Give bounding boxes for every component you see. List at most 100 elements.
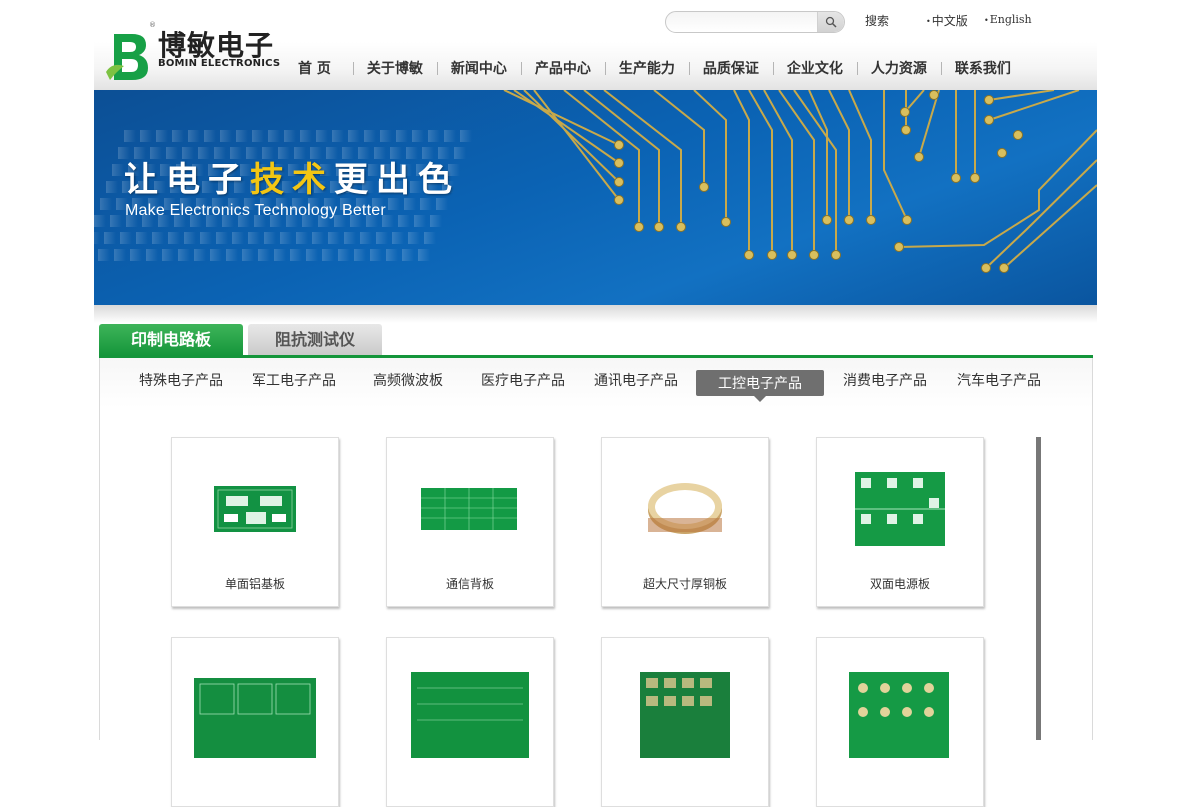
bomin-logo-icon: [106, 34, 148, 80]
search-label-link[interactable]: 搜索: [865, 12, 889, 29]
circuit-trace: [985, 159, 1097, 269]
banner-pixel: [104, 232, 116, 244]
banner-pixel: [100, 198, 112, 210]
product-card[interactable]: [601, 637, 769, 807]
circuit-trace: [693, 90, 727, 222]
product-card[interactable]: 双面电源板: [816, 437, 984, 607]
banner-pixel: [306, 249, 318, 261]
banner-pixel: [376, 232, 388, 244]
product-card[interactable]: [816, 637, 984, 807]
circuit-trace: [733, 90, 750, 255]
banner-pixel: [344, 232, 356, 244]
banner-pixel: [322, 249, 334, 261]
circuit-pad: [866, 215, 876, 225]
subcat-telecom[interactable]: 通讯电子产品: [594, 370, 678, 390]
banner-pixel: [354, 249, 366, 261]
circuit-pad: [984, 115, 994, 125]
tab-pcb[interactable]: 印制电路板: [99, 324, 243, 356]
banner-pixel: [200, 232, 212, 244]
circuit-pad: [822, 215, 832, 225]
subcat-rf-microwave[interactable]: 高频微波板: [373, 370, 443, 390]
nav-menu: 首 页 关于博敏 新闻中心 产品中心 生产能力 品质保证 企业文化 人力资源 联…: [284, 57, 1025, 79]
circuit-trace: [848, 90, 872, 220]
circuit-trace: [603, 90, 682, 227]
banner-pixel: [348, 130, 360, 142]
banner-subtitle: Make Electronics Technology Better: [125, 202, 386, 219]
banner-pixel: [396, 130, 408, 142]
page: 搜索 中文版 English ® 博敏电子 BOMIN ELECTRONICS …: [94, 0, 1097, 807]
banner-pixel: [184, 232, 196, 244]
subcat-military[interactable]: 军工电子产品: [252, 370, 336, 390]
banner-pixel: [392, 232, 404, 244]
circuit-pad: [721, 217, 731, 227]
nav-item-culture[interactable]: 企业文化: [772, 58, 857, 78]
subcat-industrial-control[interactable]: 工控电子产品: [696, 370, 824, 402]
banner-pixel: [300, 130, 312, 142]
circuit-trace: [808, 90, 828, 220]
circuit-trace: [513, 90, 620, 164]
circuit-trace: [503, 90, 620, 146]
product-card[interactable]: 通信背板: [386, 437, 554, 607]
trademark-mark: ®: [149, 21, 156, 29]
circuit-trace: [533, 90, 620, 201]
banner-title-highlight: 技术: [250, 160, 334, 200]
circuit-trace: [523, 90, 620, 183]
banner-pixel: [414, 215, 426, 227]
banner-pixel: [360, 232, 372, 244]
scrollbar[interactable]: [1036, 437, 1041, 740]
circuit-pad: [744, 250, 754, 260]
nav-item-news[interactable]: 新闻中心: [436, 58, 521, 78]
banner-pixel: [168, 232, 180, 244]
nav-item-contact[interactable]: 联系我们: [940, 58, 1025, 78]
pcb-thumbnail: [849, 672, 949, 758]
nav-item-quality[interactable]: 品质保证: [688, 58, 773, 78]
subcat-consumer[interactable]: 消费电子产品: [843, 370, 927, 390]
banner-pixel: [274, 249, 286, 261]
banner-shadow: [94, 305, 1097, 323]
banner-pixel: [398, 215, 410, 227]
subcat-special[interactable]: 特殊电子产品: [139, 370, 223, 390]
banner-pixel: [460, 130, 472, 142]
lang-chinese-link[interactable]: 中文版: [926, 12, 968, 29]
nav-item-home[interactable]: 首 页: [284, 58, 353, 78]
banner-pixel: [444, 130, 456, 142]
lang-english-link[interactable]: English: [984, 13, 1032, 26]
search-input[interactable]: [676, 14, 816, 30]
banner-pixel: [136, 232, 148, 244]
bomin-logo[interactable]: ® 博敏电子 BOMIN ELECTRONICS: [102, 21, 280, 88]
nav-item-capacity[interactable]: 生产能力: [604, 58, 689, 78]
circuit-pad: [654, 222, 664, 232]
banner-pixel: [216, 232, 228, 244]
search-button[interactable]: [817, 12, 844, 32]
circuit-trace: [918, 90, 940, 158]
copper-ring-thumbnail: [648, 483, 722, 534]
circuit-pad: [901, 125, 911, 135]
circuit-pad: [981, 263, 991, 273]
pcb-thumbnail: [640, 672, 730, 758]
banner-pixel: [364, 130, 376, 142]
banner-pixel: [284, 130, 296, 142]
banner-pixel: [268, 130, 280, 142]
product-name: 双面电源板: [869, 577, 930, 591]
search-box: [665, 11, 845, 33]
circuit-trace: [563, 90, 640, 227]
product-card[interactable]: 单面铝基板: [171, 437, 339, 607]
banner-pixel: [124, 130, 136, 142]
tab-impedance-tester[interactable]: 阻抗测试仪: [248, 324, 382, 356]
nav-item-products[interactable]: 产品中心: [520, 58, 605, 78]
banner-pixel: [112, 164, 124, 176]
product-card[interactable]: 超大尺寸厚铜板: [601, 437, 769, 607]
banner-pixel: [332, 130, 344, 142]
banner-title-part2: 更出色: [334, 160, 460, 200]
nav-item-about[interactable]: 关于博敏: [352, 58, 437, 78]
circuit-pad: [614, 177, 624, 187]
nav-item-hr[interactable]: 人力资源: [856, 58, 941, 78]
circuit-pad: [614, 195, 624, 205]
product-card[interactable]: [386, 637, 554, 807]
circuit-trace: [1003, 184, 1097, 269]
banner-pixel: [94, 232, 100, 244]
subcat-automotive[interactable]: 汽车电子产品: [957, 370, 1041, 390]
product-card[interactable]: [171, 637, 339, 807]
product-panel: 特殊电子产品 军工电子产品 高频微波板 医疗电子产品 通讯电子产品 工控电子产品…: [99, 358, 1093, 807]
subcat-medical[interactable]: 医疗电子产品: [481, 370, 565, 390]
